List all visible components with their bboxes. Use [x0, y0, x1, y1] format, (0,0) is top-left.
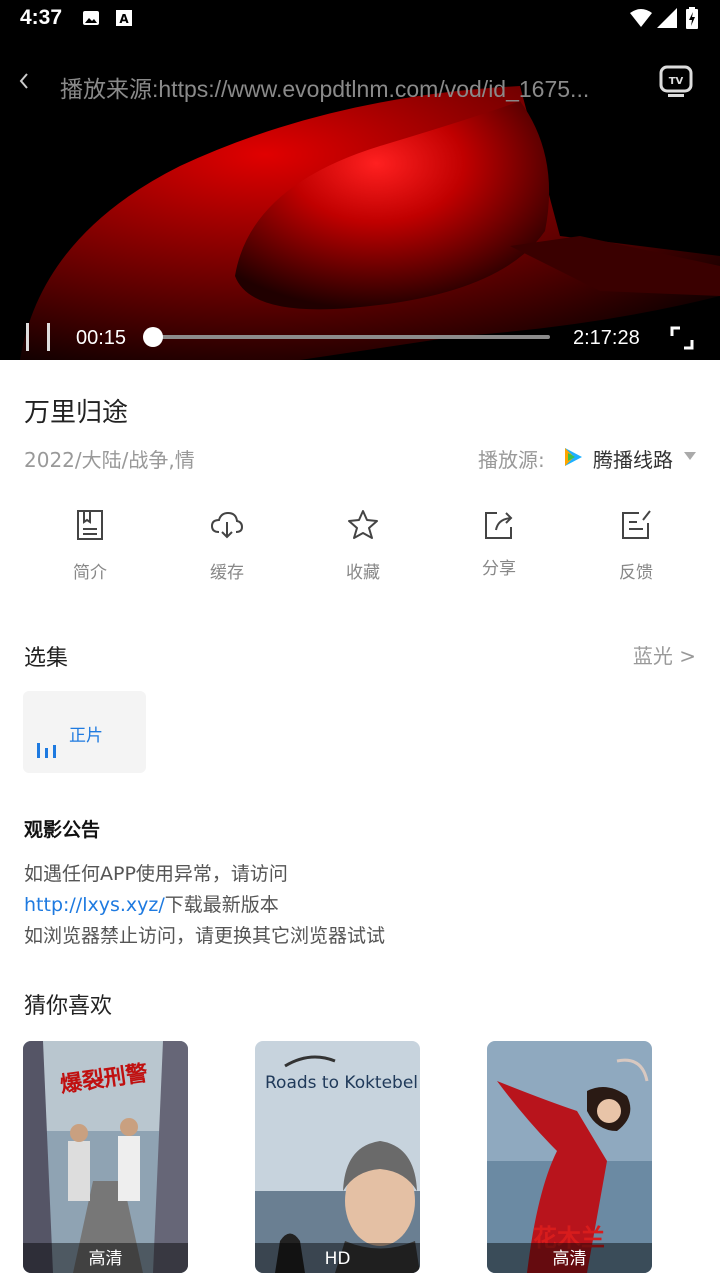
episode-label: 正片 — [69, 726, 103, 746]
poster-title: Roads to Koktebel — [265, 1073, 418, 1093]
download-link[interactable]: http://lxys.xyz/ — [24, 894, 165, 916]
battery-charging-icon — [686, 7, 698, 29]
signal-icon — [657, 8, 677, 28]
status-bar: 4:37 A — [0, 0, 720, 36]
notice-heading: 观影公告 — [24, 819, 101, 841]
current-time: 00:15 — [76, 327, 127, 349]
svg-text:A: A — [119, 12, 129, 26]
feedback-label: 反馈 — [619, 563, 653, 583]
recommend-item[interactable]: 爆裂刑警 高清 — [23, 1041, 188, 1273]
pause-icon[interactable] — [22, 320, 56, 354]
episode-item[interactable]: 正片 — [23, 691, 146, 773]
quality-badge: 高清 — [23, 1243, 188, 1273]
poster-image: Roads to Koktebel — [255, 1041, 420, 1273]
cloud-download-icon — [210, 511, 244, 539]
status-time: 4:37 — [20, 6, 63, 29]
poster-image: 爆裂刑警 — [23, 1041, 188, 1273]
intro-button[interactable]: 简介 — [40, 508, 140, 588]
share-icon — [485, 512, 513, 539]
video-player[interactable]: 播放来源:https://www.evopdtlnm.com/vod/id_16… — [0, 36, 720, 360]
tv-cast-icon[interactable]: TV — [658, 64, 694, 98]
poster-image: 花木兰 — [487, 1041, 652, 1273]
recommend-item[interactable]: 花木兰 高清 — [487, 1041, 652, 1273]
quality-selector[interactable]: 蓝光 > — [633, 640, 696, 669]
cache-label: 缓存 — [210, 563, 244, 583]
seek-bar[interactable] — [142, 327, 550, 347]
tv-label: TV — [669, 76, 684, 87]
favorite-label: 收藏 — [346, 563, 380, 583]
fullscreen-icon[interactable] — [668, 324, 696, 352]
cache-button[interactable]: 缓存 — [177, 508, 277, 588]
book-icon — [77, 510, 103, 540]
notice-line-2-text: 下载最新版本 — [164, 894, 279, 916]
source-label: 播放源: — [478, 448, 545, 472]
movie-meta: 2022/大陆/战争,情 — [24, 448, 195, 472]
quality-badge: HD — [255, 1243, 420, 1273]
dropdown-arrow-icon[interactable] — [684, 452, 696, 460]
source-selector[interactable]: 腾播线路 — [593, 444, 673, 473]
favorite-button[interactable]: 收藏 — [313, 508, 413, 588]
episodes-heading: 选集 — [24, 646, 69, 671]
feedback-button[interactable]: 反馈 — [586, 508, 686, 588]
intro-label: 简介 — [73, 563, 107, 583]
now-playing-icon — [37, 743, 56, 758]
share-label: 分享 — [482, 559, 516, 579]
movie-title: 万里归途 — [24, 398, 129, 428]
duration: 2:17:28 — [573, 327, 640, 349]
notice-line-3: 如浏览器禁止访问，请更换其它浏览器试试 — [24, 925, 386, 947]
edit-icon — [622, 510, 651, 539]
seek-handle[interactable] — [142, 327, 163, 347]
image-icon — [83, 11, 99, 25]
recommend-item[interactable]: Roads to Koktebel HD — [255, 1041, 420, 1273]
share-button[interactable]: 分享 — [449, 508, 549, 588]
wifi-icon — [630, 9, 652, 27]
notice-line-2: http://lxys.xyz/下载最新版本 — [24, 890, 279, 917]
play-source-url: 播放来源:https://www.evopdtlnm.com/vod/id_16… — [60, 76, 590, 102]
star-icon — [348, 510, 378, 539]
recommend-heading: 猜你喜欢 — [24, 994, 113, 1019]
quality-badge: 高清 — [487, 1243, 652, 1273]
back-icon[interactable] — [10, 64, 38, 98]
font-icon: A — [116, 10, 132, 26]
notice-line-1: 如遇任何APP使用异常，请访问 — [24, 863, 288, 885]
tencent-video-icon — [565, 448, 582, 466]
